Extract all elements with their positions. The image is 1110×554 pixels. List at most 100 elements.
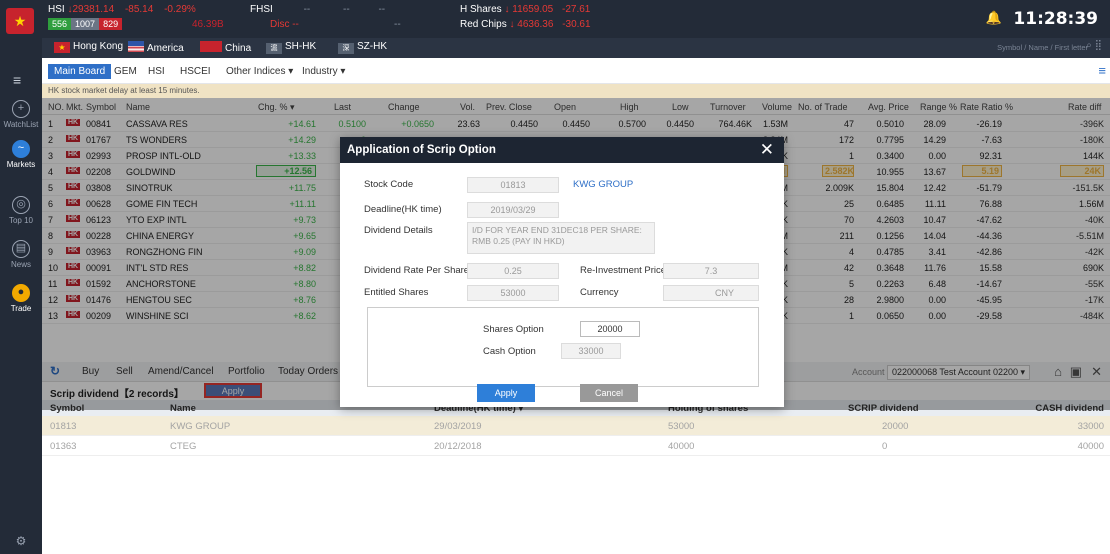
cash-option-field: 33000 xyxy=(561,343,621,359)
hsi-turnover: 46.39B xyxy=(192,19,224,30)
trade-icon: ● xyxy=(12,284,30,302)
fhsi-sub: -- xyxy=(394,19,401,30)
ticker-value: 4636.36 xyxy=(517,19,554,30)
sidebar-item-trade[interactable]: ● Trade xyxy=(0,284,42,313)
delay-notice: HK stock market delay at least 15 minute… xyxy=(42,84,1110,98)
tab-label: America xyxy=(147,43,184,54)
details-label: Dividend Details xyxy=(364,225,433,236)
filter-hscei[interactable]: HSCEI xyxy=(180,66,211,77)
scrip-cell: 20000 xyxy=(882,421,909,432)
filter-industry[interactable]: Industry ▾ xyxy=(302,66,345,77)
decliners-count: 829 xyxy=(99,18,123,30)
rate-label: Dividend Rate Per Share xyxy=(364,265,470,276)
fhsi-ticker[interactable]: FHSI -- -- -- xyxy=(250,4,385,15)
close-icon[interactable]: ✕ xyxy=(760,137,774,163)
ticker-change: -27.61 xyxy=(562,4,591,15)
tab-america[interactable]: America xyxy=(128,41,184,54)
tab-sh-hk[interactable]: 滬 SH-HK xyxy=(266,41,316,54)
sidebar-item-markets[interactable]: ~ Markets xyxy=(0,140,42,169)
stock-code-field: 01813 xyxy=(467,177,559,193)
ticker-change: -30.61 xyxy=(562,19,591,30)
ticker-change: -85.14 xyxy=(124,4,154,15)
sidebar-label: News xyxy=(10,260,31,269)
scrip-cell: 20/12/2018 xyxy=(434,441,482,452)
apply-button[interactable]: Apply xyxy=(477,384,535,402)
filter-hsi[interactable]: HSI xyxy=(148,66,165,77)
menu-icon[interactable]: ≡ xyxy=(13,72,29,88)
scrip-row[interactable]: 01363 CTEG 20/12/2018 40000 0 40000 xyxy=(42,436,1110,456)
sidebar-label: WatchList xyxy=(3,120,39,129)
deadline-field: 2019/03/29 xyxy=(467,202,559,218)
fhsi-disc: Disc -- xyxy=(270,19,299,30)
search-input[interactable]: Symbol / Name / First letter xyxy=(968,41,1088,55)
left-sidebar: ★ ≡ + WatchList ~ Markets ◎ Top 10 ▤ New… xyxy=(0,0,42,554)
tab-label: China xyxy=(225,43,252,54)
us-flag-icon xyxy=(128,41,144,52)
ticker-value: 29381.14 xyxy=(72,4,115,15)
dialog-header: Application of Scrip Option ✕ xyxy=(340,137,784,163)
scrip-cell: 33000 xyxy=(1077,421,1104,432)
cancel-button[interactable]: Cancel xyxy=(580,384,638,402)
ticker-change: -- xyxy=(343,4,350,15)
bell-icon[interactable]: 🔔 xyxy=(986,10,1002,26)
deadline-label: Deadline(HK time) xyxy=(364,204,442,215)
search-icon[interactable]: ⌕ ⣿ xyxy=(1086,40,1102,51)
rate-field: 0.25 xyxy=(467,263,559,279)
plus-icon: + xyxy=(12,100,30,118)
chart-icon: ~ xyxy=(12,140,30,158)
filter-other-indices[interactable]: Other Indices ▾ xyxy=(226,66,293,77)
option-box: Shares Option 20000 Cash Option 33000 xyxy=(367,307,759,387)
scrip-row[interactable]: 01813 KWG GROUP 29/03/2019 53000 20000 33000 xyxy=(42,416,1110,436)
cn-flag-icon xyxy=(200,41,222,52)
settings-icon[interactable]: ⚙ xyxy=(0,534,42,548)
dialog-title: Application of Scrip Option xyxy=(347,144,496,156)
ticker-name: Red Chips xyxy=(460,19,507,30)
stock-name-link[interactable]: KWG GROUP xyxy=(573,179,633,190)
sidebar-label: Markets xyxy=(6,160,36,169)
dividend-details-field: I/D FOR YEAR END 31DEC18 PER SHARE: RMB … xyxy=(467,222,655,254)
ticker-pct: -0.29% xyxy=(164,4,196,15)
tab-label: Hong Kong xyxy=(73,41,124,52)
hshares-ticker[interactable]: H Shares ↓ 11659.05 -27.61 xyxy=(460,4,590,15)
medal-icon: ◎ xyxy=(12,196,30,214)
tab-china[interactable]: China xyxy=(200,41,251,54)
hsi-ticker[interactable]: HSI ↓29381.14 -85.14 -0.29% 556 1007 829 xyxy=(48,4,196,30)
ticker-value: 11659.05 xyxy=(512,4,554,15)
ticker-bar: HSI ↓29381.14 -85.14 -0.29% 556 1007 829 4… xyxy=(42,0,1110,38)
ticker-name: HSI xyxy=(48,4,65,15)
scrip-cell: KWG GROUP xyxy=(170,421,231,432)
sidebar-label: Trade xyxy=(10,304,32,313)
scrip-option-dialog: Application of Scrip Option ✕ Stock Code… xyxy=(340,137,784,407)
sidebar-label: Top 10 xyxy=(8,216,34,225)
sidebar-item-news[interactable]: ▤ News xyxy=(0,240,42,269)
scrip-cell: CTEG xyxy=(170,441,197,452)
reinvest-label: Re-Investment Price xyxy=(580,265,667,276)
market-tabs: ★ Hong Kong America China 滬 SH-HK 深 SZ-HK S… xyxy=(42,38,1110,58)
unchanged-count: 1007 xyxy=(71,18,100,30)
star-logo-icon[interactable]: ★ xyxy=(6,8,34,34)
board-filter-bar: Main Board GEM HSI HSCEI Other Indices ▾… xyxy=(42,58,1110,84)
connect-icon: 滬 xyxy=(266,43,282,54)
shares-option-label: Shares Option xyxy=(483,324,544,335)
sidebar-item-watchlist[interactable]: + WatchList xyxy=(0,100,42,129)
filter-main-board[interactable]: Main Board xyxy=(48,64,112,79)
hk-flag-icon: ★ xyxy=(54,42,70,53)
connect-icon: 深 xyxy=(338,43,354,54)
filter-gem[interactable]: GEM xyxy=(114,66,137,77)
ticker-pct: -- xyxy=(378,4,386,15)
sidebar-item-top10[interactable]: ◎ Top 10 xyxy=(0,196,42,225)
tab-sz-hk[interactable]: 深 SZ-HK xyxy=(338,41,387,54)
stock-code-label: Stock Code xyxy=(364,179,414,190)
currency-field: CNY xyxy=(663,285,759,301)
scrip-cell: 53000 xyxy=(668,421,695,432)
redchips-ticker[interactable]: Red Chips ↓ 4636.36 -30.61 xyxy=(460,19,591,30)
ticker-value: -- xyxy=(303,4,311,15)
tab-label: SH-HK xyxy=(285,41,317,52)
scrip-cell: 01363 xyxy=(50,441,77,452)
advancers-count: 556 xyxy=(48,18,72,30)
tab-hong-kong[interactable]: ★ Hong Kong xyxy=(54,41,123,53)
shares-option-input[interactable]: 20000 xyxy=(580,321,640,337)
tab-label: SZ-HK xyxy=(357,41,387,52)
list-view-icon[interactable]: ≡ xyxy=(1098,63,1106,78)
scrip-cell: 29/03/2019 xyxy=(434,421,482,432)
